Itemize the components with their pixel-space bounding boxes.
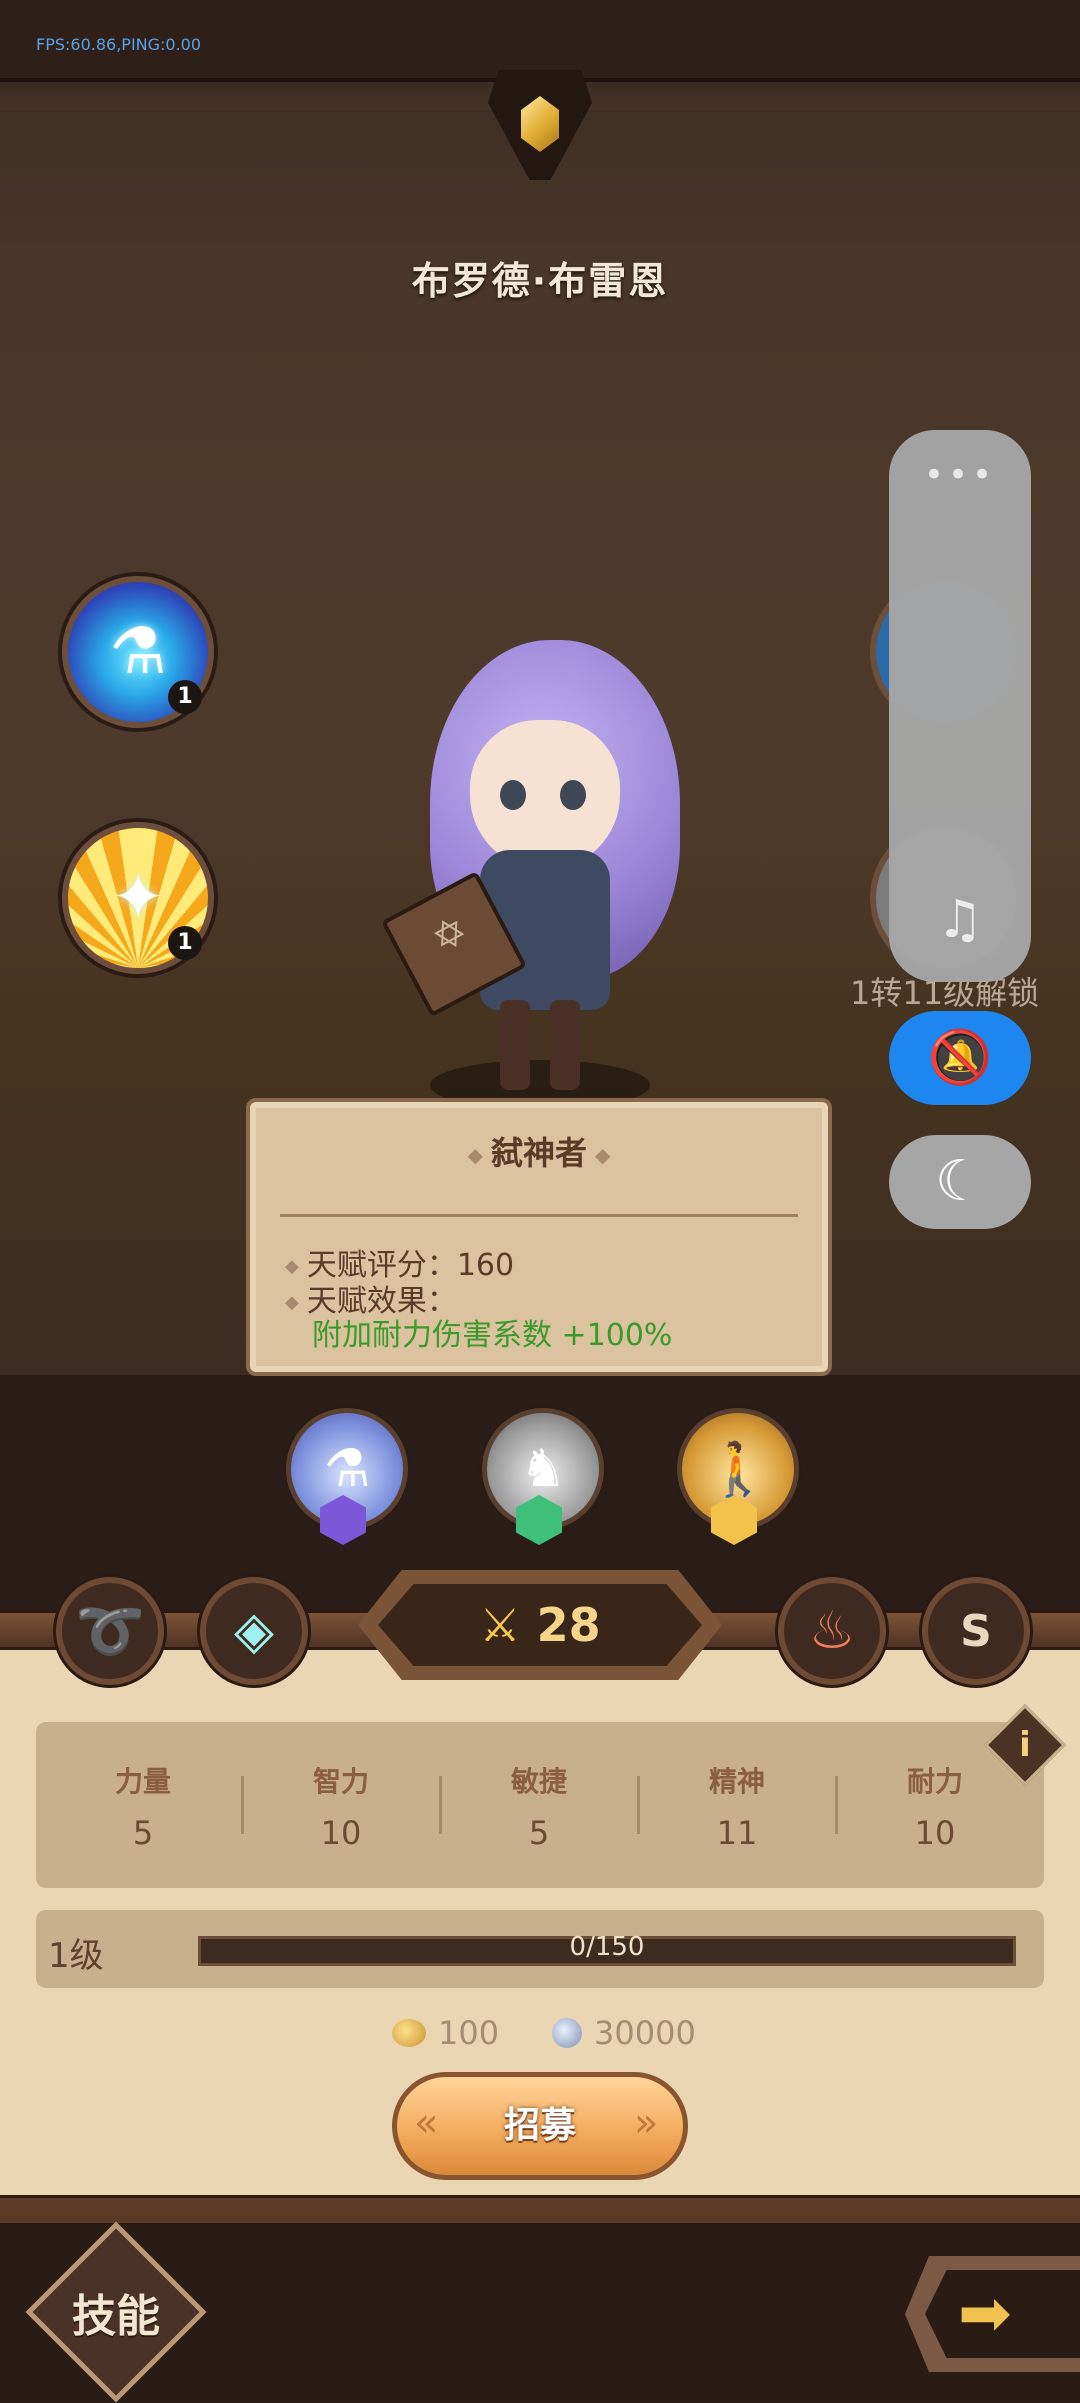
talent-title-text: 弑神者 bbox=[490, 1134, 587, 1172]
xp-text: 0/150 bbox=[569, 1932, 645, 1962]
fire-class-button[interactable]: ♨ bbox=[778, 1577, 886, 1685]
silver-coin-icon bbox=[552, 2018, 582, 2048]
combat-power: ⚔ 28 bbox=[378, 1584, 702, 1666]
more-dots-icon[interactable]: ••• bbox=[889, 455, 1031, 495]
stat-value: 10 bbox=[320, 1814, 362, 1852]
stat-strength: 力量 5 bbox=[44, 1760, 242, 1852]
stat-label: 力量 bbox=[114, 1765, 171, 1798]
bottom-strip bbox=[0, 2195, 1080, 2226]
crystal-class-button[interactable]: ◈ bbox=[200, 1577, 308, 1685]
character-leg bbox=[550, 1000, 580, 1090]
talent-divider bbox=[280, 1214, 798, 1217]
stat-value: 5 bbox=[132, 1814, 154, 1852]
golden-skill-level: 1 bbox=[168, 926, 202, 960]
silver-cost: 30000 bbox=[552, 2014, 696, 2052]
bell-off-button[interactable]: 🔕 bbox=[889, 1011, 1031, 1105]
stat-label: 耐力 bbox=[906, 1765, 963, 1798]
character-leg bbox=[500, 1000, 530, 1090]
level-label: 1级 bbox=[48, 1936, 104, 1976]
stat-value: 5 bbox=[528, 1814, 550, 1852]
hero-name: 布罗德·布雷恩 bbox=[411, 259, 669, 303]
stat-stamina: 耐力 10 bbox=[836, 1760, 1034, 1852]
recruit-label[interactable]: 招募 bbox=[392, 2072, 688, 2180]
stat-spirit: 精神 11 bbox=[638, 1760, 836, 1852]
talent-effect-text: 附加耐力伤害系数 +100% bbox=[312, 1318, 673, 1353]
stat-value: 10 bbox=[914, 1814, 956, 1852]
crystal-icon: ◈ bbox=[234, 1601, 274, 1661]
wind-class-button[interactable]: ➰ bbox=[56, 1577, 164, 1685]
diamond-icon: ◆ bbox=[285, 1292, 299, 1313]
silver-cost-value: 30000 bbox=[594, 2014, 696, 2052]
fps-counter: FPS:60.86,PING:0.00 bbox=[36, 35, 202, 54]
diamond-icon: ◆ bbox=[467, 1143, 483, 1167]
stat-label: 敏捷 bbox=[510, 1765, 567, 1798]
talent-title: ◆ 弑神者 ◆ bbox=[246, 1128, 832, 1174]
rank-label: S bbox=[960, 1605, 992, 1657]
skills-tab-label[interactable]: 技能 bbox=[40, 2280, 192, 2344]
character-eye bbox=[560, 780, 586, 810]
gold-cost-value: 100 bbox=[438, 2014, 500, 2052]
arrow-right-icon[interactable]: ➡ bbox=[958, 2270, 1012, 2358]
stat-intelligence: 智力 10 bbox=[242, 1760, 440, 1852]
swirl-icon: ➰ bbox=[75, 1599, 145, 1664]
crossed-swords-icon: ⚔ bbox=[479, 1598, 521, 1652]
character-face bbox=[470, 720, 620, 870]
potion-skill-level: 1 bbox=[168, 680, 202, 714]
stat-value: 11 bbox=[716, 1814, 758, 1852]
flame-icon: ♨ bbox=[808, 1601, 856, 1661]
stat-agility: 敏捷 5 bbox=[440, 1760, 638, 1852]
moon-button[interactable]: ☾ bbox=[889, 1135, 1031, 1229]
gold-coin-icon bbox=[392, 2019, 426, 2047]
diamond-icon: ◆ bbox=[285, 1256, 299, 1277]
stat-label: 智力 bbox=[312, 1765, 369, 1798]
gold-cost: 100 bbox=[392, 2014, 499, 2052]
rank-button[interactable]: S bbox=[922, 1577, 1030, 1685]
stat-label: 精神 bbox=[708, 1765, 765, 1798]
music-off-icon[interactable]: ♫ bbox=[928, 888, 992, 952]
diamond-icon: ◆ bbox=[595, 1143, 611, 1167]
character-eye bbox=[500, 780, 526, 810]
combat-power-value: 28 bbox=[536, 1598, 601, 1652]
